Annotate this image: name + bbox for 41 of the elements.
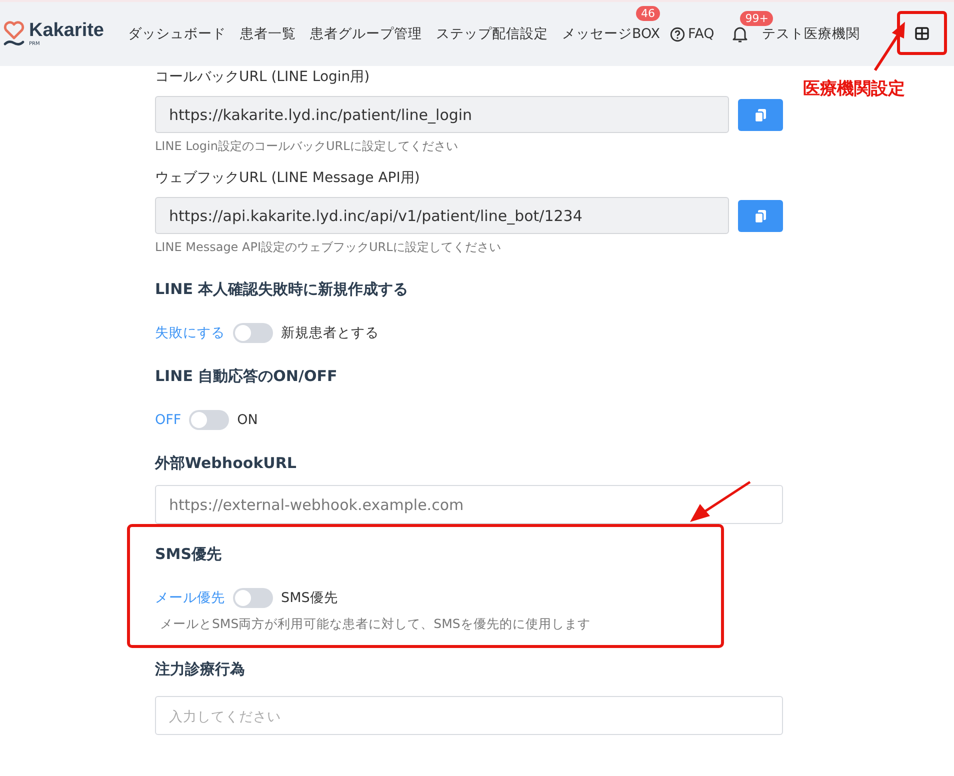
toggle-on-label: SMS優先 xyxy=(281,589,338,607)
help-text: LINE Message API設定のウェブフックURLに設定してください xyxy=(155,239,502,256)
url-field[interactable]: https://kakarite.lyd.inc/patient/line_login xyxy=(155,96,729,133)
toggle-on-label: 新規患者とする xyxy=(281,324,379,342)
notification-badge: 99+ xyxy=(740,10,774,26)
section-title: LINE 本人確認失敗時に新規作成する xyxy=(155,280,410,299)
annotation-label: 医療機関設定 xyxy=(803,78,905,100)
toggle-off-label: 失敗にする xyxy=(155,324,225,342)
help-text: メールとSMS両方が利用可能な患者に対して、SMSを優先的に使用します xyxy=(160,616,592,633)
section-title: 注力診療行為 xyxy=(155,660,246,679)
copy-icon xyxy=(754,108,767,122)
heart-logo-icon xyxy=(3,20,25,48)
text-input[interactable]: https://external-webhook.example.com xyxy=(155,485,783,524)
copy-button[interactable] xyxy=(738,99,783,131)
logo-text[interactable]: Kakarite xyxy=(29,21,104,41)
section-title: 外部WebhookURL xyxy=(155,454,298,473)
text-input[interactable]: 入力してください xyxy=(155,696,783,735)
field-label: コールバックURL (LINE Login用) xyxy=(155,68,371,86)
toggle-switch[interactable] xyxy=(233,588,273,608)
copy-button[interactable] xyxy=(738,200,783,232)
bell-icon[interactable] xyxy=(732,26,748,42)
copy-icon xyxy=(754,208,767,224)
nav-link[interactable]: ダッシュボード xyxy=(128,25,226,43)
toggle-off-label: OFF xyxy=(155,412,182,428)
section-title: SMS優先 xyxy=(155,545,223,564)
faq-link[interactable]: FAQ xyxy=(670,26,714,42)
nav-link[interactable]: 患者一覧 xyxy=(240,25,296,43)
toggle-on-label: ON xyxy=(237,412,258,428)
organization-menu[interactable]: テスト医療機関 xyxy=(762,25,860,43)
nav-link[interactable]: 患者グループ管理 xyxy=(310,25,422,43)
nav-link[interactable]: ステップ配信設定 xyxy=(436,25,548,43)
toggle-switch[interactable] xyxy=(189,410,230,430)
help-icon xyxy=(670,26,686,42)
section-title: LINE 自動応答のON/OFF xyxy=(155,367,338,386)
toggle-switch[interactable] xyxy=(233,323,273,343)
count-badge: 46 xyxy=(636,6,660,21)
toggle-off-label: メール優先 xyxy=(155,589,225,607)
help-text: LINE Login設定のコールバックURLに設定してください xyxy=(155,138,459,155)
field-label: ウェブフックURL (LINE Message API用) xyxy=(155,169,421,187)
grid-icon xyxy=(915,26,929,40)
url-field[interactable]: https://api.kakarite.lyd.inc/api/v1/patient/line_bot/1234 xyxy=(155,197,729,234)
